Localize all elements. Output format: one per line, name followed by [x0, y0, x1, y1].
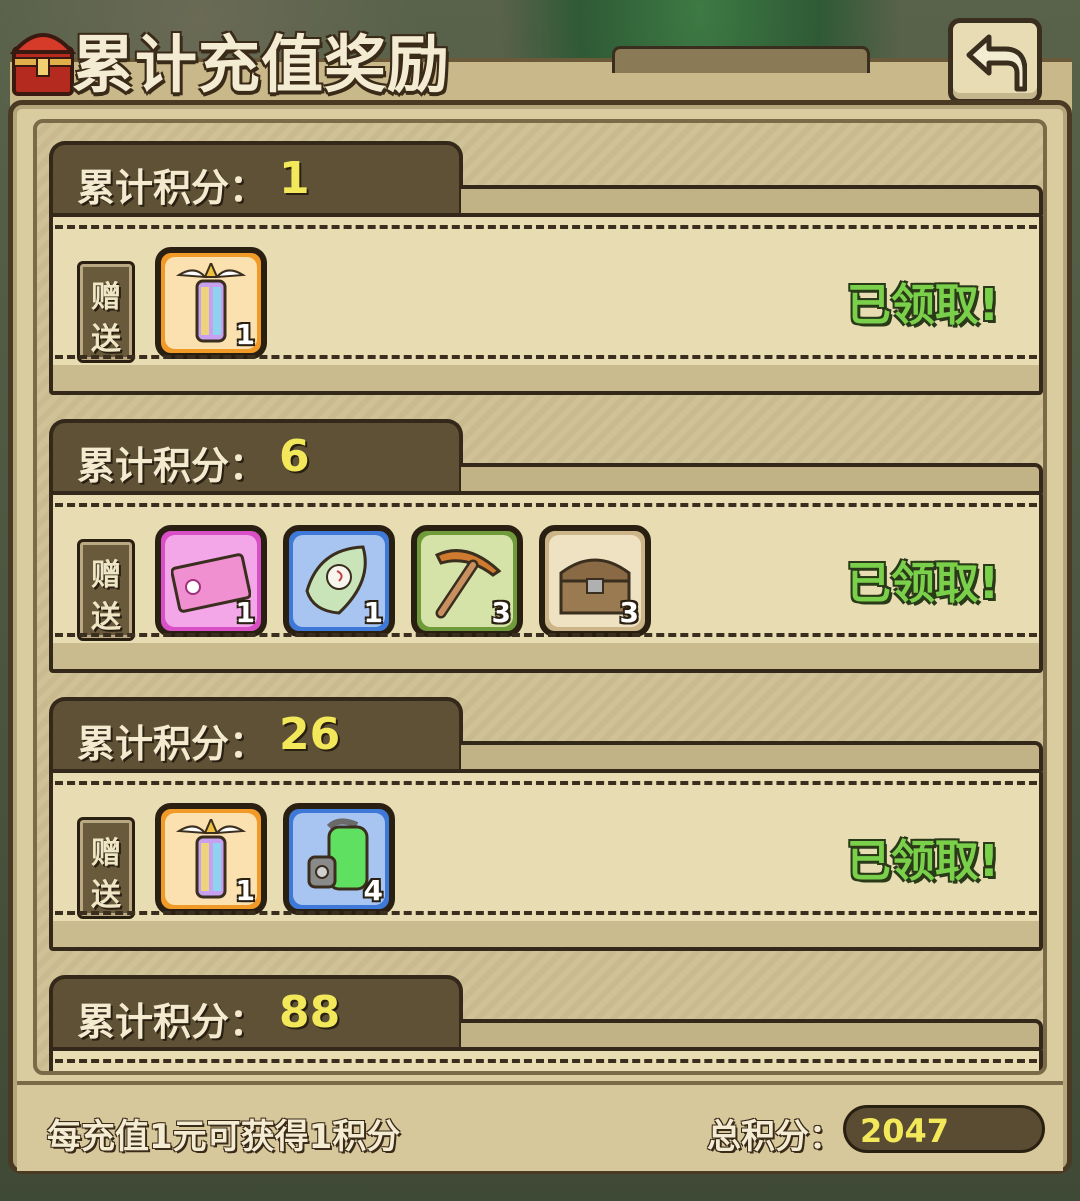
gift-label-bottom: 送	[91, 878, 121, 913]
tier-points: 6	[279, 431, 310, 482]
total-points-box: 2047	[843, 1105, 1045, 1153]
reward-item[interactable]: 1	[155, 803, 267, 915]
tier-body	[49, 1047, 1043, 1071]
footer-bar: 每充值1元可获得1积分 总积分： 2047	[17, 1081, 1063, 1171]
tier-list[interactable]: 累计积分： 1 赠 送 1 已领取! 累计积分： 6 赠 送 1 1 3 3 已…	[33, 119, 1047, 1075]
reward-frame: 累计积分： 1 赠 送 1 已领取! 累计积分： 6 赠 送 1 1 3 3 已…	[8, 100, 1072, 1174]
total-points-value: 2047	[860, 1112, 950, 1150]
reward-item[interactable]: 3	[411, 525, 523, 637]
gift-label-bottom: 送	[91, 322, 121, 357]
tier-foot	[53, 365, 1039, 391]
reward-tier: 累计积分： 6 赠 送 1 1 3 3 已领取!	[49, 419, 1043, 679]
item-quantity: 3	[491, 596, 511, 629]
back-button[interactable]	[948, 18, 1042, 104]
tier-header: 累计积分： 6	[49, 419, 463, 497]
page-title: 累计充值奖励	[72, 28, 451, 101]
gift-label-bottom: 送	[91, 600, 121, 635]
tier-label: 累计积分：	[77, 1000, 268, 1044]
tier-body: 赠 送 1 已领取!	[49, 213, 1043, 395]
claimed-status: 已领取!	[846, 280, 999, 331]
recharge-rule-text: 每充值1元可获得1积分	[47, 1117, 401, 1157]
tier-label: 累计积分：	[77, 444, 268, 488]
tier-label: 累计积分：	[77, 166, 268, 210]
tier-rail	[461, 463, 1043, 493]
tier-label: 累计积分：	[77, 722, 268, 766]
tier-rail	[461, 741, 1043, 771]
item-quantity: 3	[619, 596, 639, 629]
item-quantity: 1	[235, 874, 255, 907]
gift-label-top: 赠	[91, 836, 121, 871]
gift-label-top: 赠	[91, 280, 121, 315]
gift-label-top: 赠	[91, 558, 121, 593]
reward-item[interactable]: 1	[283, 525, 395, 637]
tier-foot	[53, 921, 1039, 947]
tier-points: 1	[279, 153, 310, 204]
gift-badge: 赠 送	[77, 261, 135, 363]
reward-item[interactable]: 1	[155, 247, 267, 359]
item-quantity: 4	[363, 874, 383, 907]
claimed-status: 已领取!	[846, 558, 999, 609]
item-quantity: 1	[235, 596, 255, 629]
total-points-label: 总积分：	[707, 1117, 843, 1157]
claimed-status: 已领取!	[846, 836, 999, 887]
gift-badge: 赠 送	[77, 817, 135, 919]
tier-rail	[461, 185, 1043, 215]
tier-rail	[461, 1019, 1043, 1049]
tier-points: 88	[279, 987, 341, 1038]
tier-header: 累计积分： 1	[49, 141, 463, 219]
item-quantity: 1	[363, 596, 383, 629]
reward-tier: 累计积分： 26 赠 送 1 4 已领取!	[49, 697, 1043, 957]
reward-item[interactable]: 4	[283, 803, 395, 915]
header-tab-decoration	[612, 46, 870, 73]
back-arrow-icon	[966, 34, 1027, 92]
gift-badge: 赠 送	[77, 539, 135, 641]
tier-body: 赠 送 1	[49, 769, 1043, 951]
tier-body: 赠 送 1	[49, 491, 1043, 673]
tier-header: 累计积分： 88	[49, 975, 463, 1053]
item-quantity: 1	[235, 318, 255, 351]
tier-header: 累计积分： 26	[49, 697, 463, 775]
reward-item[interactable]: 1	[155, 525, 267, 637]
reward-tier: 累计积分： 1 赠 送 1 已领取!	[49, 141, 1043, 401]
tier-foot	[53, 643, 1039, 669]
reward-item[interactable]: 3	[539, 525, 651, 637]
tier-points: 26	[279, 709, 341, 760]
treasure-chest-icon	[9, 18, 77, 100]
reward-tier: 累计积分： 88	[49, 975, 1043, 1071]
